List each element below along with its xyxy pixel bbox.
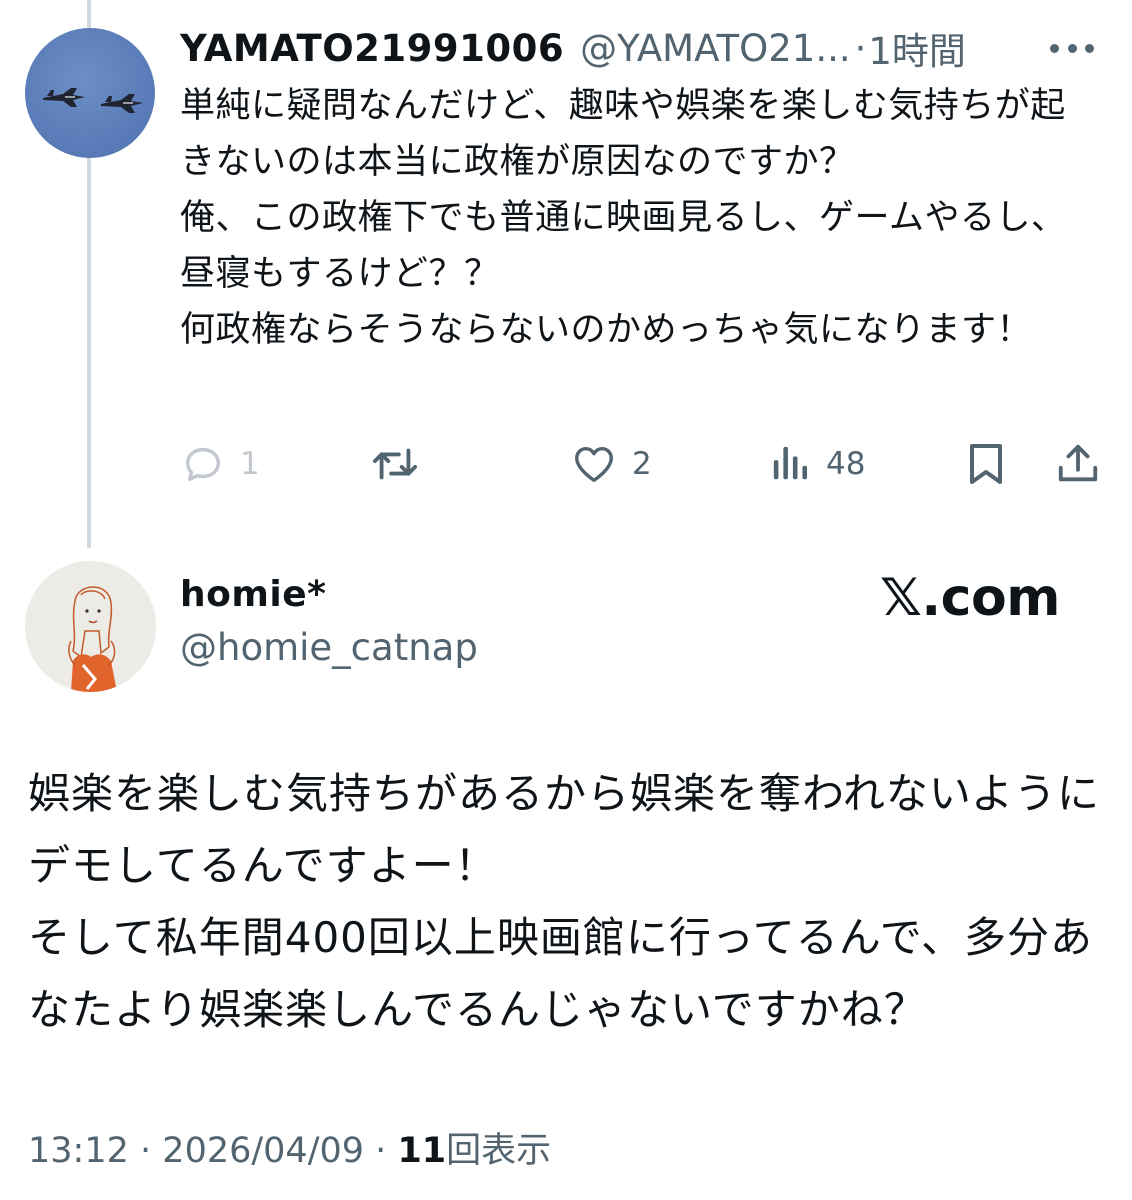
tweet-meta: 13:12 · 2026/04/09 · 11回表示 xyxy=(28,1122,551,1173)
bookmark-action[interactable] xyxy=(965,436,1007,492)
repost-icon xyxy=(372,448,418,480)
tweet-views-count[interactable]: 11 xyxy=(397,1131,446,1171)
like-count: 2 xyxy=(632,446,652,482)
views-action[interactable]: 48 xyxy=(770,436,865,492)
meta-separator: · xyxy=(140,1131,152,1171)
share-icon xyxy=(1058,444,1098,482)
tweet-text: 娯楽を楽しむ気持ちがあるから娯楽を奪われないようにデモしてるんですよー！ そして… xyxy=(28,758,1108,1046)
xcom-watermark: 𝕏.com xyxy=(880,568,1060,628)
bookmark-icon xyxy=(970,444,1002,484)
tweet-time[interactable]: 13:12 xyxy=(28,1131,129,1171)
tweet-text-line: そして私年間400回以上映画館に行ってるんで、多分あなたより娯楽楽しんでるんじゃ… xyxy=(28,913,1094,1034)
reply-action[interactable]: 1 xyxy=(180,436,260,492)
reply-separator: · xyxy=(854,26,867,70)
repost-action[interactable] xyxy=(370,436,434,492)
reply-text-line: 何政権ならそうならないのかめっちゃ気になります！ xyxy=(180,310,1033,350)
illustrated-girl-avatar xyxy=(25,561,156,692)
meta-separator: · xyxy=(375,1131,387,1171)
tweet-text-line: 娯楽を楽しむ気持ちがあるから娯楽を奪われないようにデモしてるんですよー！ xyxy=(28,769,1101,890)
author-avatar[interactable] xyxy=(25,561,156,692)
jet-aircraft-icon xyxy=(43,88,143,113)
share-action[interactable] xyxy=(1055,436,1101,492)
like-action[interactable]: 2 xyxy=(570,436,652,492)
reply-text-line: 俺、この政権下でも普通に映画見るし、ゲームやるし、昼寝もするけど？？ xyxy=(180,198,1067,294)
reply-count: 1 xyxy=(240,446,260,482)
reply-action-bar: 1 2 48 xyxy=(180,436,1105,492)
reply-text-line: 単純に疑問なんだけど、趣味や娯楽を楽しむ気持ちが起きないのは本当に政権が原因なの… xyxy=(180,86,1066,182)
reply-time[interactable]: 1時間 xyxy=(868,21,966,75)
reply-handle[interactable]: @YAMATO21... xyxy=(580,27,851,70)
bar-chart-icon xyxy=(773,446,808,480)
reply-display-name[interactable]: YAMATO21991006 xyxy=(180,27,564,70)
reply-text: 単純に疑問なんだけど、趣味や娯楽を楽しむ気持ちが起きないのは本当に政権が原因なの… xyxy=(180,78,1090,358)
reply-icon xyxy=(185,447,221,482)
more-icon[interactable] xyxy=(1050,42,1094,54)
reply-tweet: YAMATO21991006 @YAMATO21... · 1時間 単純に疑問な… xyxy=(180,20,1100,358)
heart-icon xyxy=(575,446,613,483)
reply-header: YAMATO21991006 @YAMATO21... · 1時間 xyxy=(180,20,1100,76)
author-handle[interactable]: @homie_catnap xyxy=(180,626,478,669)
reply-avatar[interactable] xyxy=(25,28,155,158)
tweet-date[interactable]: 2026/04/09 xyxy=(162,1131,364,1171)
tweet-views-label: 回表示 xyxy=(446,1131,552,1171)
author-display-name[interactable]: homie* xyxy=(180,574,326,615)
views-count: 48 xyxy=(826,446,866,482)
